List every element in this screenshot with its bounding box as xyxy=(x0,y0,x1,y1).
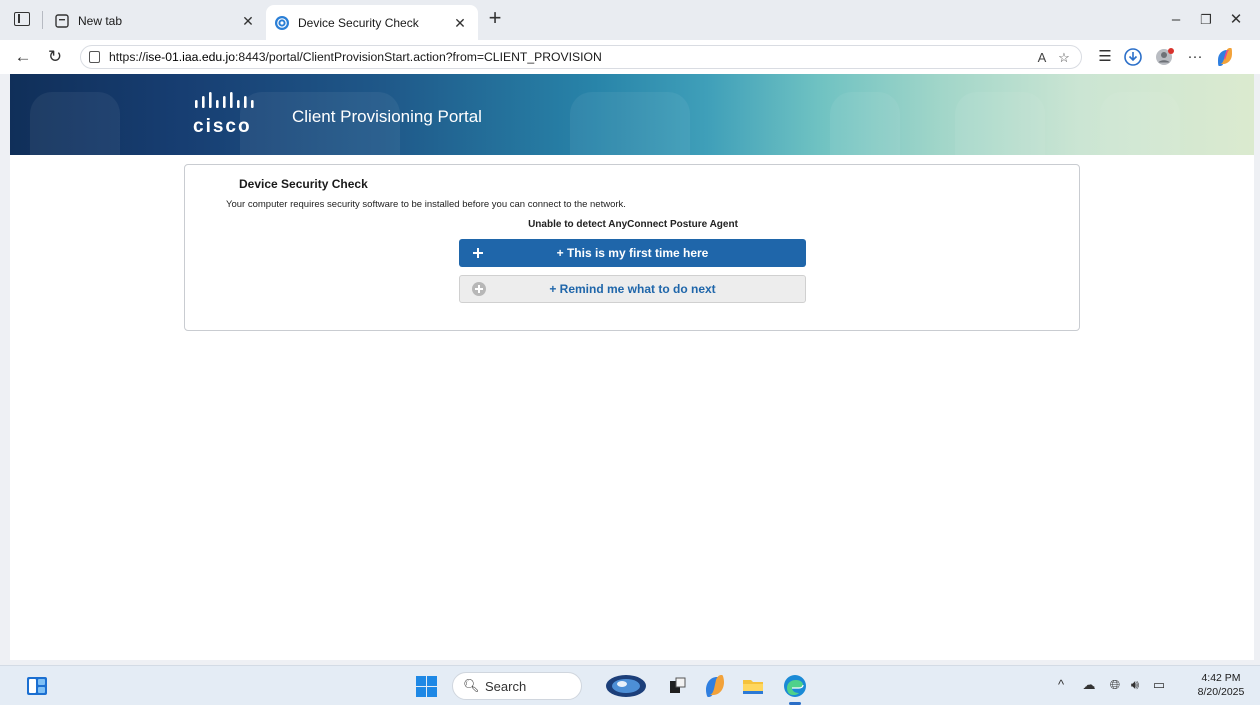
onedrive-icon[interactable]: ☁ xyxy=(1080,677,1098,693)
edge-browser-icon[interactable] xyxy=(782,673,808,699)
close-tab-icon[interactable]: ✕ xyxy=(450,13,470,33)
remind-me-label: + Remind me what to do next xyxy=(549,282,716,296)
clock-date: 8/20/2025 xyxy=(1197,686,1245,698)
portal-title: Client Provisioning Portal xyxy=(292,107,482,126)
portal-banner: cisco Client Provisioning Portal xyxy=(10,74,1254,155)
cisco-wordmark: cisco xyxy=(193,116,252,137)
profile-avatar-icon[interactable] xyxy=(1154,47,1176,67)
plus-circle-icon xyxy=(472,282,486,296)
windows-start-icon[interactable] xyxy=(416,676,437,697)
battery-icon[interactable]: ▭ xyxy=(1150,677,1168,693)
agent-status-message: Unable to detect AnyConnect Posture Agen… xyxy=(528,219,738,230)
security-check-card: Device Security Check Your computer requ… xyxy=(184,164,1080,331)
network-icon[interactable]: 🌐︎ xyxy=(1106,677,1124,693)
show-hidden-icons-icon[interactable]: ^ xyxy=(1052,677,1070,692)
search-label: Search xyxy=(485,679,527,694)
address-bar[interactable]: https://ise-01.iaa.edu.jo:8443/portal/Cl… xyxy=(80,45,1082,69)
new-tab-icon xyxy=(55,14,69,28)
tab-title: New tab xyxy=(78,14,123,28)
first-time-here-button[interactable]: + This is my first time here xyxy=(459,239,806,267)
taskbar-search[interactable]: 🔍︎ Search xyxy=(452,672,582,700)
card-description: Your computer requires security software… xyxy=(226,199,626,210)
card-heading: Device Security Check xyxy=(239,177,368,191)
volume-icon[interactable]: 🔊︎ xyxy=(1126,677,1144,693)
lock-icon xyxy=(89,51,100,63)
more-options-icon[interactable]: ··· xyxy=(1184,47,1206,67)
tab-title: Device Security Check xyxy=(298,15,419,30)
url-text: https://ise-01.iaa.edu.jo:8443/portal/Cl… xyxy=(109,50,602,64)
search-icon: 🔍︎ xyxy=(463,678,480,693)
windows-taskbar: 🔍︎ Search ^ ☁ 🌐︎ 🔊︎ ▭ 4:42 PM 8/20/2025 xyxy=(0,665,1260,705)
copilot-icon[interactable] xyxy=(1214,47,1236,67)
back-icon[interactable]: ← xyxy=(12,46,34,68)
tab-divider xyxy=(42,11,43,29)
browser-toolbar: ← ↻ https://ise-01.iaa.edu.jo:8443/porta… xyxy=(0,40,1260,74)
first-time-here-label: + This is my first time here xyxy=(556,246,709,260)
close-tab-icon[interactable]: ✕ xyxy=(238,11,258,31)
task-view-icon[interactable] xyxy=(664,673,690,699)
clock-time: 4:42 PM xyxy=(1201,672,1241,684)
refresh-icon[interactable]: ↻ xyxy=(44,46,66,68)
restore-icon[interactable]: ❐ xyxy=(1192,9,1220,31)
copilot-app-icon[interactable] xyxy=(702,673,728,699)
tab-strip: New tab ✕ Device Security Check ✕ + – ❐ … xyxy=(0,0,1260,40)
downloads-icon[interactable] xyxy=(1122,47,1144,67)
close-window-icon[interactable]: ✕ xyxy=(1222,9,1250,31)
tab-device-security-check[interactable]: Device Security Check ✕ xyxy=(266,5,478,40)
system-clock[interactable]: 4:42 PM 8/20/2025 xyxy=(1186,671,1256,699)
widgets-icon[interactable] xyxy=(26,676,48,696)
new-tab-button[interactable]: + xyxy=(484,7,506,30)
remind-me-button[interactable]: + Remind me what to do next xyxy=(459,275,806,303)
favorite-star-icon[interactable]: ☆ xyxy=(1055,50,1073,66)
page-viewport: cisco Client Provisioning Portal Device … xyxy=(10,74,1254,660)
globe-icon xyxy=(275,15,289,30)
tab-actions-icon[interactable] xyxy=(14,12,30,26)
plus-icon xyxy=(471,246,485,260)
file-explorer-icon[interactable] xyxy=(740,673,766,699)
news-widget-icon[interactable] xyxy=(604,673,648,699)
favorites-icon[interactable]: ☰ xyxy=(1094,47,1116,67)
read-aloud-icon[interactable]: A xyxy=(1033,50,1051,65)
cisco-logo-icon: cisco xyxy=(193,92,254,137)
tab-new-tab[interactable]: New tab ✕ xyxy=(46,6,266,36)
minimize-icon[interactable]: – xyxy=(1162,9,1190,31)
